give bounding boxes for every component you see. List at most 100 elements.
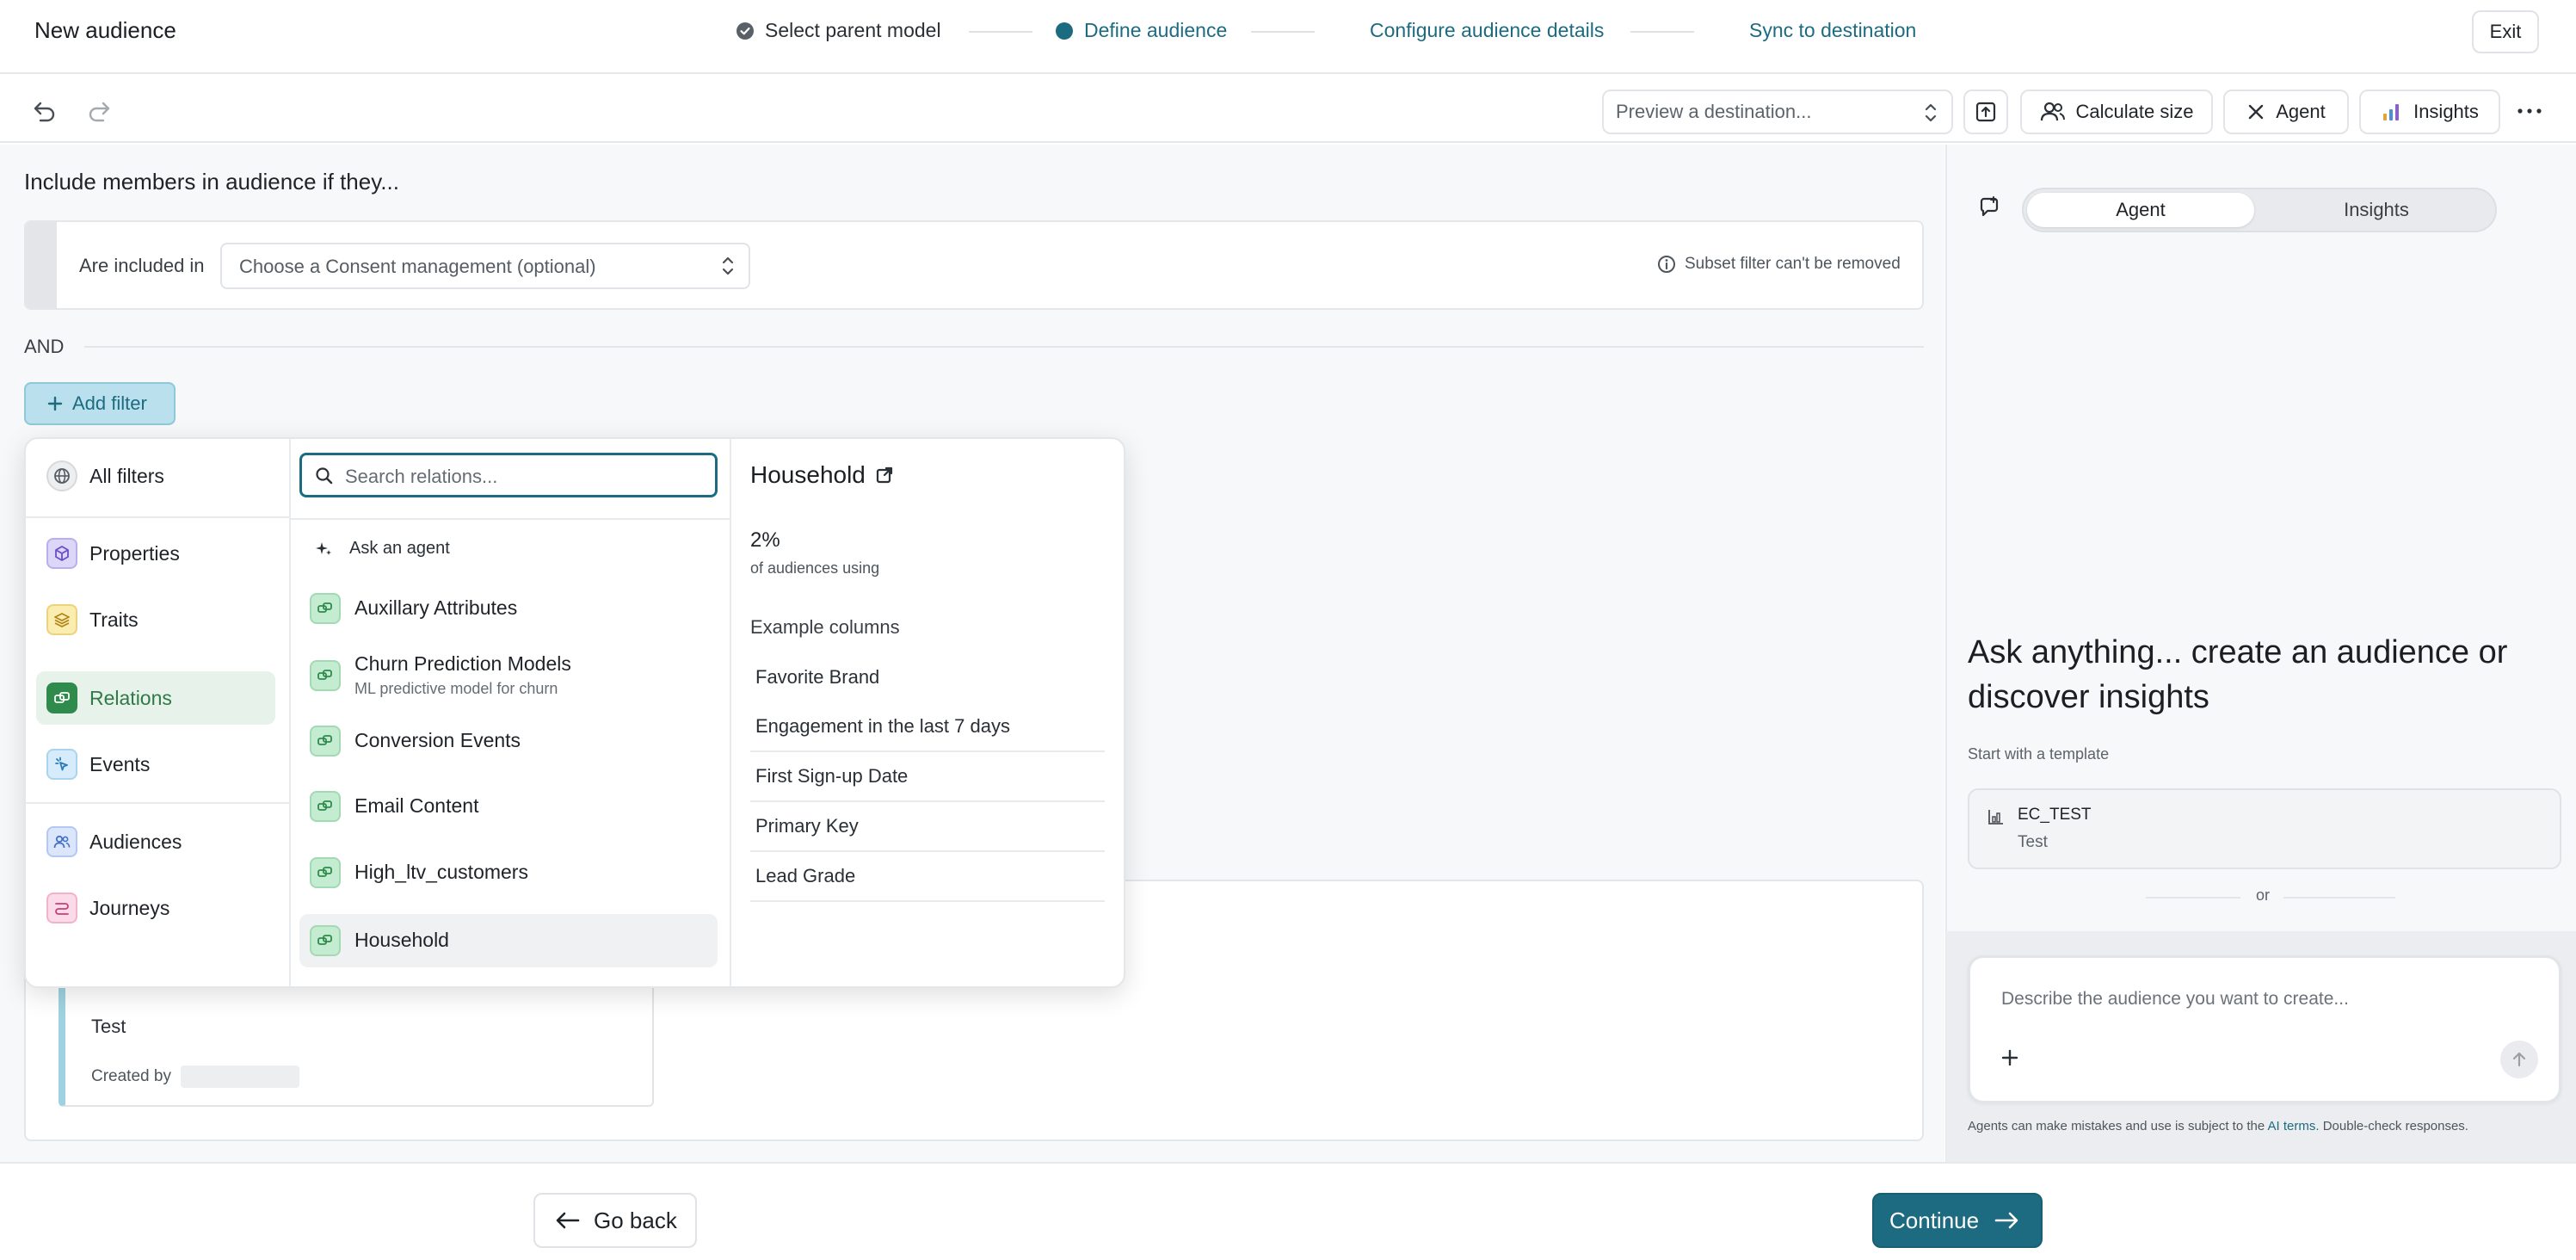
relations-search-input[interactable]: Search relations... bbox=[299, 453, 718, 497]
agent-prompt-input[interactable]: Describe the audience you want to create… bbox=[1968, 955, 2561, 1103]
step-configure-audience-details[interactable]: Configure audience details bbox=[1370, 19, 1604, 42]
tab-agent[interactable]: Agent bbox=[2027, 193, 2254, 227]
close-icon bbox=[2246, 102, 2265, 121]
created-by-label: Created by bbox=[91, 1067, 171, 1085]
send-arrow-icon[interactable] bbox=[2500, 1041, 2538, 1078]
template-subtitle: Test bbox=[2018, 833, 2048, 851]
detail-title-text: Household bbox=[750, 461, 866, 488]
example-columns-heading: Example columns bbox=[750, 616, 900, 638]
ask-agent-option[interactable]: Ask an agent bbox=[299, 532, 718, 566]
step-label: Select parent model bbox=[765, 19, 941, 41]
layers-icon bbox=[46, 604, 77, 635]
new-chat-icon[interactable] bbox=[1976, 195, 2002, 220]
relation-item[interactable]: Auxillary Attributes bbox=[299, 584, 718, 633]
column-divider bbox=[730, 439, 731, 986]
relation-item-household[interactable]: Household bbox=[299, 914, 718, 967]
more-options-icon[interactable] bbox=[2514, 98, 2545, 124]
nav-divider bbox=[26, 802, 289, 804]
or-label: or bbox=[2256, 886, 2271, 904]
page-title: New audience bbox=[34, 17, 176, 43]
subset-note: Subset filter can't be removed bbox=[1657, 255, 1901, 274]
filter-category-all-filters[interactable]: All filters bbox=[36, 449, 275, 503]
consent-select[interactable]: Choose a Consent management (optional) bbox=[220, 243, 750, 289]
agent-button-label: Agent bbox=[2276, 101, 2326, 122]
filter-category-traits[interactable]: Traits bbox=[36, 593, 275, 646]
relation-label: Auxillary Attributes bbox=[354, 596, 518, 619]
example-column: Favorite Brand bbox=[755, 666, 880, 688]
calculate-size-label: Calculate size bbox=[2075, 101, 2194, 122]
builder-heading: Include members in audience if they... bbox=[24, 169, 399, 195]
prompt-placeholder: Describe the audience you want to create… bbox=[2001, 989, 2349, 1009]
category-label: Relations bbox=[89, 686, 172, 709]
go-back-label: Go back bbox=[594, 1207, 677, 1233]
category-label: Events bbox=[89, 752, 151, 775]
relation-label: Conversion Events bbox=[354, 729, 521, 751]
undo-icon[interactable] bbox=[29, 96, 59, 126]
example-column: Lead Grade bbox=[750, 852, 1105, 902]
globe-icon bbox=[46, 460, 77, 491]
users-icon bbox=[46, 826, 77, 857]
subset-note-text: Subset filter can't be removed bbox=[1685, 255, 1901, 273]
relation-label: High_ltv_customers bbox=[354, 861, 528, 883]
chevron-updown-icon bbox=[719, 255, 736, 277]
add-filter-button[interactable]: Add filter bbox=[24, 382, 176, 425]
relation-description: ML predictive model for churn bbox=[354, 680, 558, 697]
consent-select-value: Choose a Consent management (optional) bbox=[239, 256, 596, 277]
step-define-audience[interactable]: Define audience bbox=[1055, 19, 1227, 42]
filter-category-properties[interactable]: Properties bbox=[36, 527, 275, 580]
relation-icon bbox=[310, 791, 341, 822]
redacted-creator bbox=[181, 1065, 299, 1088]
filter-category-journeys[interactable]: Journeys bbox=[36, 881, 275, 935]
insights-button[interactable]: Insights bbox=[2359, 90, 2500, 134]
exit-button[interactable]: Exit bbox=[2472, 10, 2539, 53]
step-divider bbox=[1630, 31, 1694, 33]
category-label: Traits bbox=[89, 608, 139, 631]
destination-select-value: Preview a destination... bbox=[1616, 101, 1812, 122]
and-divider bbox=[84, 346, 1924, 348]
template-title: EC_TEST bbox=[2018, 806, 2092, 824]
filter-category-audiences[interactable]: Audiences bbox=[36, 815, 275, 868]
external-link-icon[interactable] bbox=[874, 465, 895, 485]
relation-detail-title: Household bbox=[750, 461, 895, 489]
category-label: Properties bbox=[89, 541, 180, 565]
calculate-size-button[interactable]: Calculate size bbox=[2020, 90, 2213, 134]
search-icon bbox=[314, 466, 335, 486]
plus-icon[interactable] bbox=[2000, 1047, 2020, 1068]
step-divider bbox=[1251, 31, 1315, 33]
step-label: Configure audience details bbox=[1370, 19, 1605, 41]
step-select-parent-model[interactable]: Select parent model bbox=[736, 19, 941, 42]
filter-category-events[interactable]: Events bbox=[36, 738, 275, 791]
relation-item[interactable]: Conversion Events bbox=[299, 716, 718, 766]
step-sync-to-destination[interactable]: Sync to destination bbox=[1749, 19, 1916, 42]
current-step-dot-icon bbox=[1055, 22, 1074, 40]
search-placeholder: Search relations... bbox=[345, 466, 498, 487]
footer-bar bbox=[0, 1162, 2576, 1260]
ai-terms-link[interactable]: AI terms. bbox=[2268, 1119, 2320, 1133]
tab-insights[interactable]: Insights bbox=[2261, 193, 2492, 227]
template-label: Start with a template bbox=[1968, 745, 2110, 763]
destination-preview-select[interactable]: Preview a destination... bbox=[1602, 90, 1953, 134]
nav-divider bbox=[26, 516, 289, 518]
export-button[interactable] bbox=[1963, 90, 2008, 134]
relation-item[interactable]: High_ltv_customers bbox=[299, 848, 718, 898]
continue-button[interactable]: Continue bbox=[1872, 1193, 2043, 1248]
relation-icon bbox=[310, 857, 341, 888]
agent-toggle-button[interactable]: Agent bbox=[2223, 90, 2349, 134]
relation-label: Email Content bbox=[354, 794, 479, 817]
usage-stat-value: 2% bbox=[750, 528, 780, 552]
arrow-left-icon bbox=[554, 1210, 582, 1231]
relation-item[interactable]: Email Content bbox=[299, 781, 718, 831]
column-divider bbox=[289, 439, 291, 986]
journey-icon bbox=[46, 892, 77, 923]
filter-category-relations[interactable]: Relations bbox=[36, 671, 275, 725]
relation-icon bbox=[310, 726, 341, 757]
example-column: Primary Key bbox=[750, 802, 1105, 852]
template-card[interactable]: EC_TEST Test bbox=[1968, 788, 2561, 869]
or-divider-right bbox=[2283, 897, 2395, 899]
step-divider bbox=[969, 31, 1032, 33]
category-label: Journeys bbox=[89, 896, 170, 919]
relation-item[interactable]: Churn Prediction Models ML predictive mo… bbox=[299, 644, 718, 707]
go-back-button[interactable]: Go back bbox=[533, 1193, 697, 1248]
redo-icon[interactable] bbox=[85, 96, 114, 126]
search-divider bbox=[289, 518, 730, 520]
